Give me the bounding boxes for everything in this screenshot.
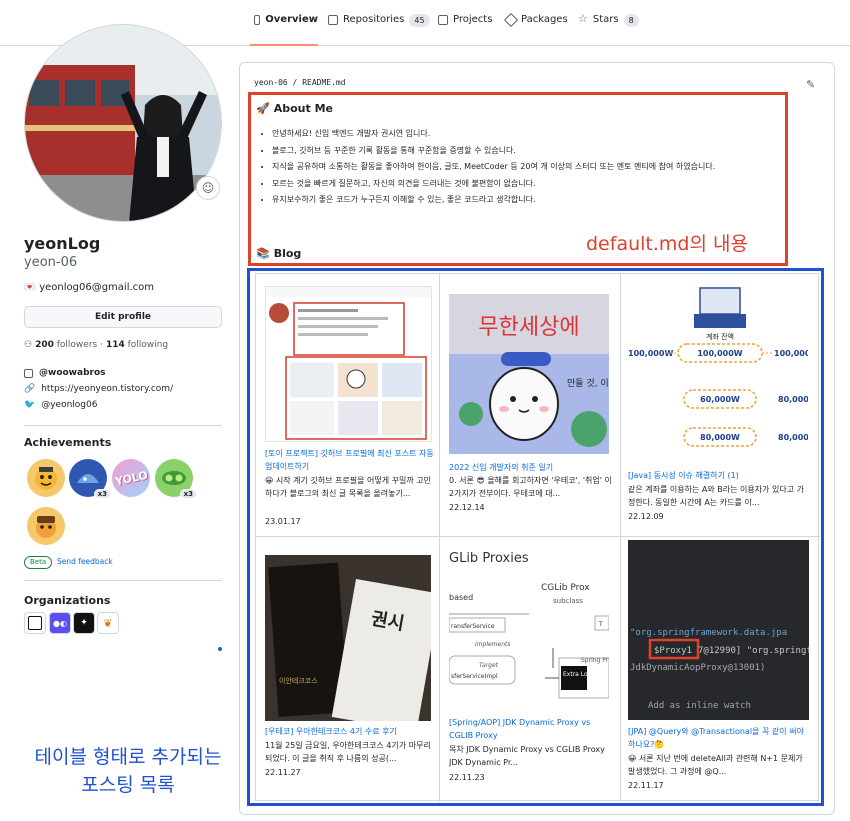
website-item: 🔗 https://yeonyeon.tistory.com/ — [24, 384, 174, 394]
readme-user-link[interactable]: yeon-06 — [254, 78, 288, 87]
tab-packages[interactable]: Packages — [503, 12, 568, 46]
repo-icon — [328, 15, 338, 25]
twitter-icon: 🐦 — [24, 400, 36, 410]
profile-name: yeonLog — [24, 234, 101, 253]
company-item: @woowabros — [24, 368, 106, 378]
tab-overview[interactable]: Overview — [250, 14, 318, 46]
profile-login: yeon-06 — [24, 255, 78, 270]
follow-stats: ⚇ 200 followers · 114 following — [24, 340, 168, 350]
package-icon — [503, 12, 519, 28]
table-icon — [438, 15, 448, 25]
org-avatar[interactable]: ●◐ — [49, 612, 71, 634]
send-feedback-link[interactable]: Send feedback — [57, 557, 113, 566]
pull-shark-icon[interactable] — [27, 459, 65, 497]
people-icon: ⚇ — [24, 340, 33, 350]
edit-readme-button[interactable]: ✎ — [806, 78, 815, 91]
book-icon — [254, 15, 261, 25]
org-avatar[interactable]: ❦ — [97, 612, 119, 634]
status-dot — [218, 647, 222, 651]
followers-link[interactable]: 200 followers · — [35, 340, 103, 350]
repositories-count: 45 — [409, 14, 430, 27]
set-status-button[interactable]: ☺ — [196, 176, 220, 200]
profile-email[interactable]: 💌 yeonlog06@gmail.com — [24, 282, 154, 293]
stars-count: 8 — [623, 14, 639, 27]
beta-badge: Beta — [24, 556, 53, 569]
pair-extraordinaire-icon[interactable]: x3 — [155, 459, 197, 499]
edit-profile-button[interactable]: Edit profile — [24, 306, 222, 328]
following-link[interactable]: 114 following — [106, 340, 168, 350]
annotation-blue-box — [247, 268, 824, 806]
shark-icon[interactable]: x3 — [69, 459, 111, 499]
annotation-red-note: default.md의 내용 — [586, 233, 748, 255]
quickdraw-icon[interactable] — [27, 507, 65, 545]
organizations-heading: Organizations — [24, 594, 111, 607]
achievements-heading: Achievements — [24, 436, 112, 449]
tab-repositories[interactable]: Repositories 45 — [328, 14, 430, 46]
tab-stars[interactable]: ☆ Stars 8 — [578, 12, 639, 46]
org-avatar[interactable]: ✦ — [73, 612, 95, 634]
pencil-icon: ✎ — [806, 78, 816, 91]
sidebar-divider — [24, 425, 222, 426]
annotation-blue-note: 테이블 형태로 추가되는 포스팅 목록 — [34, 746, 222, 796]
readme-path: yeon-06 / README.md — [254, 78, 346, 87]
tab-projects[interactable]: Projects — [438, 14, 492, 46]
org-avatar[interactable] — [24, 612, 46, 634]
star-icon: ☆ — [578, 12, 588, 25]
sidebar-divider — [24, 580, 222, 581]
profile-avatar[interactable] — [24, 24, 222, 222]
smiley-icon: ☺ — [201, 181, 215, 195]
heart-mail-icon: 💌 — [24, 282, 36, 293]
twitter-item: 🐦 @yeonlog06 — [24, 400, 98, 410]
readme-file-link[interactable]: README.md — [302, 78, 345, 87]
link-icon: 🔗 — [24, 384, 36, 394]
yolo-icon[interactable]: YOLO — [112, 459, 150, 497]
building-icon — [24, 368, 33, 378]
